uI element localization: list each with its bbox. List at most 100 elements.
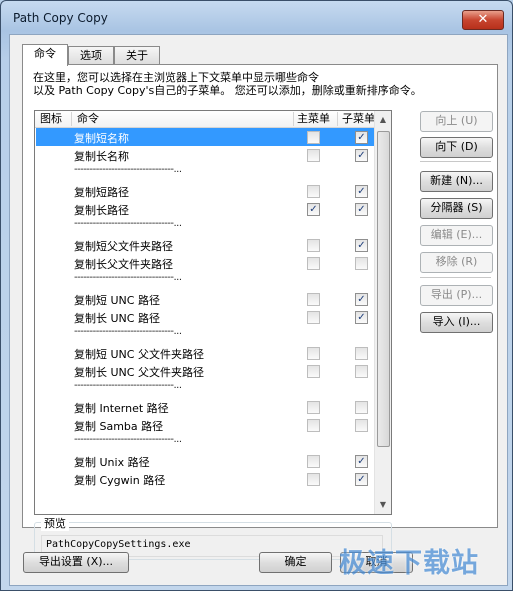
submenu-checkbox[interactable]: ✓	[355, 203, 368, 216]
scrollbar-thumb[interactable]	[377, 131, 390, 447]
tab-options[interactable]: 选项	[68, 46, 114, 65]
remove-command-button[interactable]: 移除 (R)	[420, 252, 493, 273]
edit-command-button[interactable]: 编辑 (E)...	[420, 225, 493, 246]
command-row[interactable]: 复制 Cygwin 路径 ✓	[36, 470, 377, 488]
separator-row: --------------------------------...	[36, 218, 377, 236]
main-menu-checkbox[interactable]	[307, 149, 320, 162]
separator-line: --------------------------------...	[74, 272, 182, 283]
submenu-checkbox[interactable]	[355, 347, 368, 360]
command-label: 复制长名称	[74, 150, 129, 163]
window-title: Path Copy Copy	[13, 11, 108, 25]
main-menu-checkbox[interactable]	[307, 311, 320, 324]
main-menu-checkbox[interactable]	[307, 257, 320, 270]
column-header-icon[interactable]: 图标	[40, 112, 62, 127]
app-window: Path Copy Copy ✕ 命令 选项 关于 在这里，您可以选择在主浏览器…	[0, 0, 513, 591]
title-bar[interactable]: Path Copy Copy ✕	[1, 1, 512, 35]
main-menu-checkbox[interactable]	[307, 455, 320, 468]
move-down-button[interactable]: 向下 (D)	[420, 137, 493, 158]
list-scrollbar[interactable]: ▲ ▼	[374, 111, 391, 514]
preview-value: PathCopyCopySettings.exe	[46, 539, 191, 550]
main-menu-checkbox[interactable]	[307, 239, 320, 252]
main-menu-checkbox[interactable]	[307, 347, 320, 360]
new-command-button[interactable]: 新建 (N)...	[420, 171, 493, 192]
separator-row: --------------------------------...	[36, 164, 377, 182]
close-icon: ✕	[477, 12, 489, 27]
main-menu-checkbox[interactable]	[307, 401, 320, 414]
separator-line: --------------------------------...	[74, 434, 182, 445]
command-row[interactable]: 复制长名称 ✓	[36, 146, 377, 164]
divider	[420, 277, 491, 278]
scroll-down-arrow-icon[interactable]: ▼	[378, 500, 388, 510]
divider	[420, 161, 491, 162]
command-row[interactable]: 复制短路径 ✓	[36, 182, 377, 200]
submenu-checkbox[interactable]	[355, 419, 368, 432]
command-row[interactable]: 复制短父文件夹路径 ✓	[36, 236, 377, 254]
command-row[interactable]: 复制长父文件夹路径	[36, 254, 377, 272]
submenu-checkbox[interactable]: ✓	[355, 149, 368, 162]
command-row[interactable]: 复制短名称 ✓	[36, 128, 377, 146]
separator-line: --------------------------------...	[74, 380, 182, 391]
submenu-checkbox[interactable]	[355, 365, 368, 378]
command-row[interactable]: 复制长路径 ✓ ✓	[36, 200, 377, 218]
column-divider	[337, 112, 338, 126]
main-menu-checkbox[interactable]	[307, 473, 320, 486]
column-header-submenu[interactable]: 子菜单	[342, 112, 375, 127]
command-row[interactable]: 复制短 UNC 父文件夹路径	[36, 344, 377, 362]
command-label: 复制短 UNC 父文件夹路径	[74, 348, 204, 361]
submenu-checkbox[interactable]: ✓	[355, 311, 368, 324]
export-command-button[interactable]: 导出 (P)...	[420, 285, 493, 306]
commands-panel: 在这里，您可以选择在主浏览器上下文菜单中显示哪些命令 以及 Path Copy …	[22, 64, 498, 560]
submenu-checkbox[interactable]: ✓	[355, 239, 368, 252]
main-menu-checkbox[interactable]: ✓	[307, 203, 320, 216]
add-separator-button[interactable]: 分隔器 (S)	[420, 198, 493, 219]
column-divider	[293, 112, 294, 126]
submenu-checkbox[interactable]: ✓	[355, 131, 368, 144]
main-menu-checkbox[interactable]	[307, 419, 320, 432]
column-header-main-menu[interactable]: 主菜单	[297, 112, 330, 127]
submenu-checkbox[interactable]: ✓	[355, 293, 368, 306]
command-label: 复制 Cygwin 路径	[74, 474, 166, 487]
submenu-checkbox[interactable]: ✓	[355, 185, 368, 198]
import-command-button[interactable]: 导入 (I)...	[420, 312, 493, 333]
submenu-checkbox[interactable]	[355, 401, 368, 414]
command-row[interactable]: 复制长 UNC 父文件夹路径	[36, 362, 377, 380]
submenu-checkbox[interactable]: ✓	[355, 473, 368, 486]
command-label: 复制 Samba 路径	[74, 420, 164, 433]
tab-commands[interactable]: 命令	[22, 44, 68, 66]
command-label: 复制短父文件夹路径	[74, 240, 173, 253]
main-menu-checkbox[interactable]	[307, 185, 320, 198]
command-label: 复制短路径	[74, 186, 129, 199]
column-divider	[71, 112, 72, 126]
main-menu-checkbox[interactable]	[307, 365, 320, 378]
column-header-command[interactable]: 命令	[77, 112, 99, 127]
description-text: 在这里，您可以选择在主浏览器上下文菜单中显示哪些命令 以及 Path Copy …	[33, 71, 422, 97]
main-menu-checkbox[interactable]	[307, 131, 320, 144]
command-label: 复制 Internet 路径	[74, 402, 169, 415]
close-button[interactable]: ✕	[462, 10, 504, 30]
command-label: 复制长 UNC 父文件夹路径	[74, 366, 204, 379]
submenu-checkbox[interactable]: ✓	[355, 455, 368, 468]
main-menu-checkbox[interactable]	[307, 293, 320, 306]
move-up-button[interactable]: 向上 (U)	[420, 111, 493, 132]
separator-row: --------------------------------...	[36, 326, 377, 344]
tab-about[interactable]: 关于	[114, 46, 160, 65]
ok-button[interactable]: 确定	[259, 552, 332, 573]
export-settings-button[interactable]: 导出设置 (X)...	[23, 552, 129, 573]
separator-row: --------------------------------...	[36, 434, 377, 452]
scroll-up-arrow-icon[interactable]: ▲	[378, 115, 388, 125]
submenu-checkbox[interactable]	[355, 257, 368, 270]
watermark-logo: 极速下载站	[339, 548, 479, 579]
command-label: 复制短名称	[74, 132, 129, 145]
command-row[interactable]: 复制 Samba 路径	[36, 416, 377, 434]
separator-line: --------------------------------...	[74, 326, 182, 337]
command-list[interactable]: 图标 命令 主菜单 子菜单 复制短名称 ✓ 复制长名称 ✓ --------------…	[34, 110, 392, 515]
separator-row: --------------------------------...	[36, 380, 377, 398]
separator-line: --------------------------------...	[74, 218, 182, 229]
command-row[interactable]: 复制长 UNC 路径 ✓	[36, 308, 377, 326]
command-row[interactable]: 复制 Unix 路径 ✓	[36, 452, 377, 470]
preview-label: 预览	[41, 515, 69, 531]
separator-line: --------------------------------...	[74, 164, 182, 175]
command-row[interactable]: 复制短 UNC 路径 ✓	[36, 290, 377, 308]
command-label: 复制短 UNC 路径	[74, 294, 160, 307]
command-row[interactable]: 复制 Internet 路径	[36, 398, 377, 416]
